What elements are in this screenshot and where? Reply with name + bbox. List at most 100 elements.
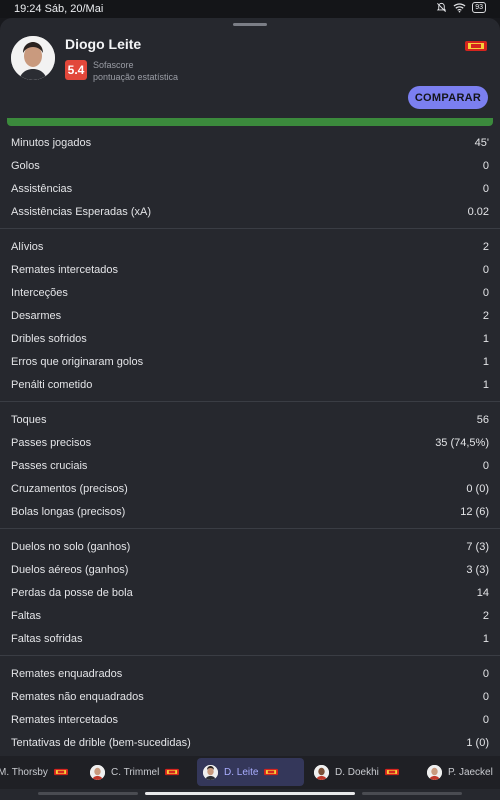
home-gesture-bar[interactable]	[145, 792, 355, 795]
player-chip-jaeckel[interactable]: P. Jaeckel	[427, 758, 500, 786]
status-icons: 93	[436, 2, 486, 13]
stat-value: 1	[482, 333, 489, 345]
player-chip-label: D. Doekhi	[335, 766, 379, 778]
club-crest-icon	[465, 41, 487, 51]
stat-value: 12 (6)	[460, 506, 489, 518]
mute-icon	[437, 2, 447, 12]
stat-row: Remates enquadrados 0	[0, 662, 500, 685]
stat-row: Interceções 0	[0, 281, 500, 304]
stat-value: 0	[482, 668, 489, 680]
section-divider	[0, 223, 500, 229]
player-chip-avatar	[90, 764, 105, 780]
stat-label: Minutos jogados	[11, 137, 92, 149]
stat-label: Passes precisos	[11, 437, 92, 449]
wifi-icon	[453, 3, 466, 13]
stat-label: Faltas sofridas	[11, 633, 83, 645]
stat-row: Cruzamentos (precisos) 0 (0)	[0, 477, 500, 500]
stat-label: Alívios	[11, 241, 44, 253]
stat-label: Cruzamentos (precisos)	[11, 483, 128, 495]
stat-label: Bolas longas (precisos)	[11, 506, 126, 518]
player-name: Diogo Leite	[65, 36, 142, 52]
stat-label: Dribles sofridos	[11, 333, 87, 345]
section-divider	[0, 523, 500, 529]
stat-value: 0	[482, 691, 489, 703]
stat-row: Remates intercetados 0	[0, 258, 500, 281]
stat-row: Toques 56	[0, 408, 500, 431]
stat-label: Erros que originaram golos	[11, 356, 144, 368]
battery-icon: 93	[472, 2, 486, 13]
player-chip-leite[interactable]: D. Leite	[197, 758, 304, 786]
player-chip-thorsby[interactable]: M. Thorsby	[0, 758, 78, 786]
stat-value: 1	[482, 356, 489, 368]
stat-label: Desarmes	[11, 310, 62, 322]
player-chip-label: D. Leite	[224, 766, 259, 778]
stat-label: Remates enquadrados	[11, 668, 123, 680]
stat-value: 0	[482, 714, 489, 726]
stat-row: Assistências 0	[0, 177, 500, 200]
stat-label: Remates não enquadrados	[11, 691, 144, 703]
stat-label: Remates intercetados	[11, 264, 118, 276]
stat-row: Dribles sofridos 1	[0, 327, 500, 350]
player-switcher: M. Thorsby C. Trimmel D. Leite D. Doekhi…	[0, 756, 500, 789]
compare-button[interactable]: COMPARAR	[408, 86, 488, 109]
stat-label: Interceções	[11, 287, 68, 299]
stat-label: Penálti cometido	[11, 379, 93, 391]
player-chip-avatar	[427, 764, 442, 780]
stat-value: 0	[482, 160, 489, 172]
player-chip-trimmel[interactable]: C. Trimmel	[90, 758, 190, 786]
stat-label: Passes cruciais	[11, 460, 88, 472]
club-crest-icon	[384, 768, 399, 776]
stat-row: Passes cruciais 0	[0, 454, 500, 477]
stat-value: 2	[482, 310, 489, 322]
stat-value: 45'	[474, 137, 489, 149]
stat-row: Golos 0	[0, 154, 500, 177]
player-chip-label: P. Jaeckel	[448, 766, 493, 778]
stat-value: 0	[482, 460, 489, 472]
stat-row: Penálti cometido 1	[0, 373, 500, 396]
stat-label: Assistências	[11, 183, 73, 195]
stat-row: Remates não enquadrados 0	[0, 685, 500, 708]
status-time: 19:24 Sáb, 20/Mai	[14, 3, 104, 15]
club-crest-icon	[264, 768, 279, 776]
status-bar: 19:24 Sáb, 20/Mai 93	[0, 0, 500, 18]
stat-value: 1 (0)	[466, 737, 489, 749]
stat-label: Tentativas de drible (bem-sucedidas)	[11, 737, 191, 749]
stat-label: Duelos aéreos (ganhos)	[11, 564, 129, 576]
stat-row: Faltas 2	[0, 604, 500, 627]
rating-source-caption: pontuação estatística	[93, 72, 179, 82]
pitch-strip	[7, 118, 493, 126]
player-avatar	[11, 36, 55, 80]
section-divider	[0, 396, 500, 402]
stat-value: 2	[482, 610, 489, 622]
rating-badge: 5.4	[65, 60, 87, 80]
nav-gesture-left	[38, 792, 138, 795]
stat-value: 2	[482, 241, 489, 253]
stat-row: Faltas sofridas 1	[0, 627, 500, 650]
rating-source: Sofascore pontuação estatística	[93, 59, 178, 83]
stat-value: 0	[482, 287, 489, 299]
nav-gesture-right	[362, 792, 462, 795]
stat-label: Golos	[11, 160, 40, 172]
sheet-drag-handle[interactable]	[233, 23, 267, 26]
stat-value: 3 (3)	[466, 564, 489, 576]
stat-row: Passes precisos 35 (74,5%)	[0, 431, 500, 454]
stat-value: 1	[482, 633, 489, 645]
player-stats-sheet: Diogo Leite 5.4 Sofascore pontuação esta…	[0, 18, 500, 800]
stat-row: Alívios 2	[0, 235, 500, 258]
stat-row: Desarmes 2	[0, 304, 500, 327]
player-chip-doekhi[interactable]: D. Doekhi	[314, 758, 414, 786]
stat-value: 1	[482, 379, 489, 391]
stat-row: Minutos jogados 45'	[0, 131, 500, 154]
stat-value: 0.02	[467, 206, 489, 218]
stat-value: 14	[476, 587, 489, 599]
stat-label: Duelos no solo (ganhos)	[11, 541, 131, 553]
stat-row: Perdas da posse de bola 14	[0, 581, 500, 604]
club-crest-icon	[165, 768, 180, 776]
stat-row: Tentativas de drible (bem-sucedidas) 1 (0…	[0, 731, 500, 754]
stat-value: 35 (74,5%)	[435, 437, 489, 449]
stat-label: Toques	[11, 414, 47, 426]
stat-label: Perdas da posse de bola	[11, 587, 133, 599]
player-chip-avatar	[314, 764, 329, 780]
stat-value: 56	[476, 414, 489, 426]
player-chip-avatar	[203, 764, 218, 780]
